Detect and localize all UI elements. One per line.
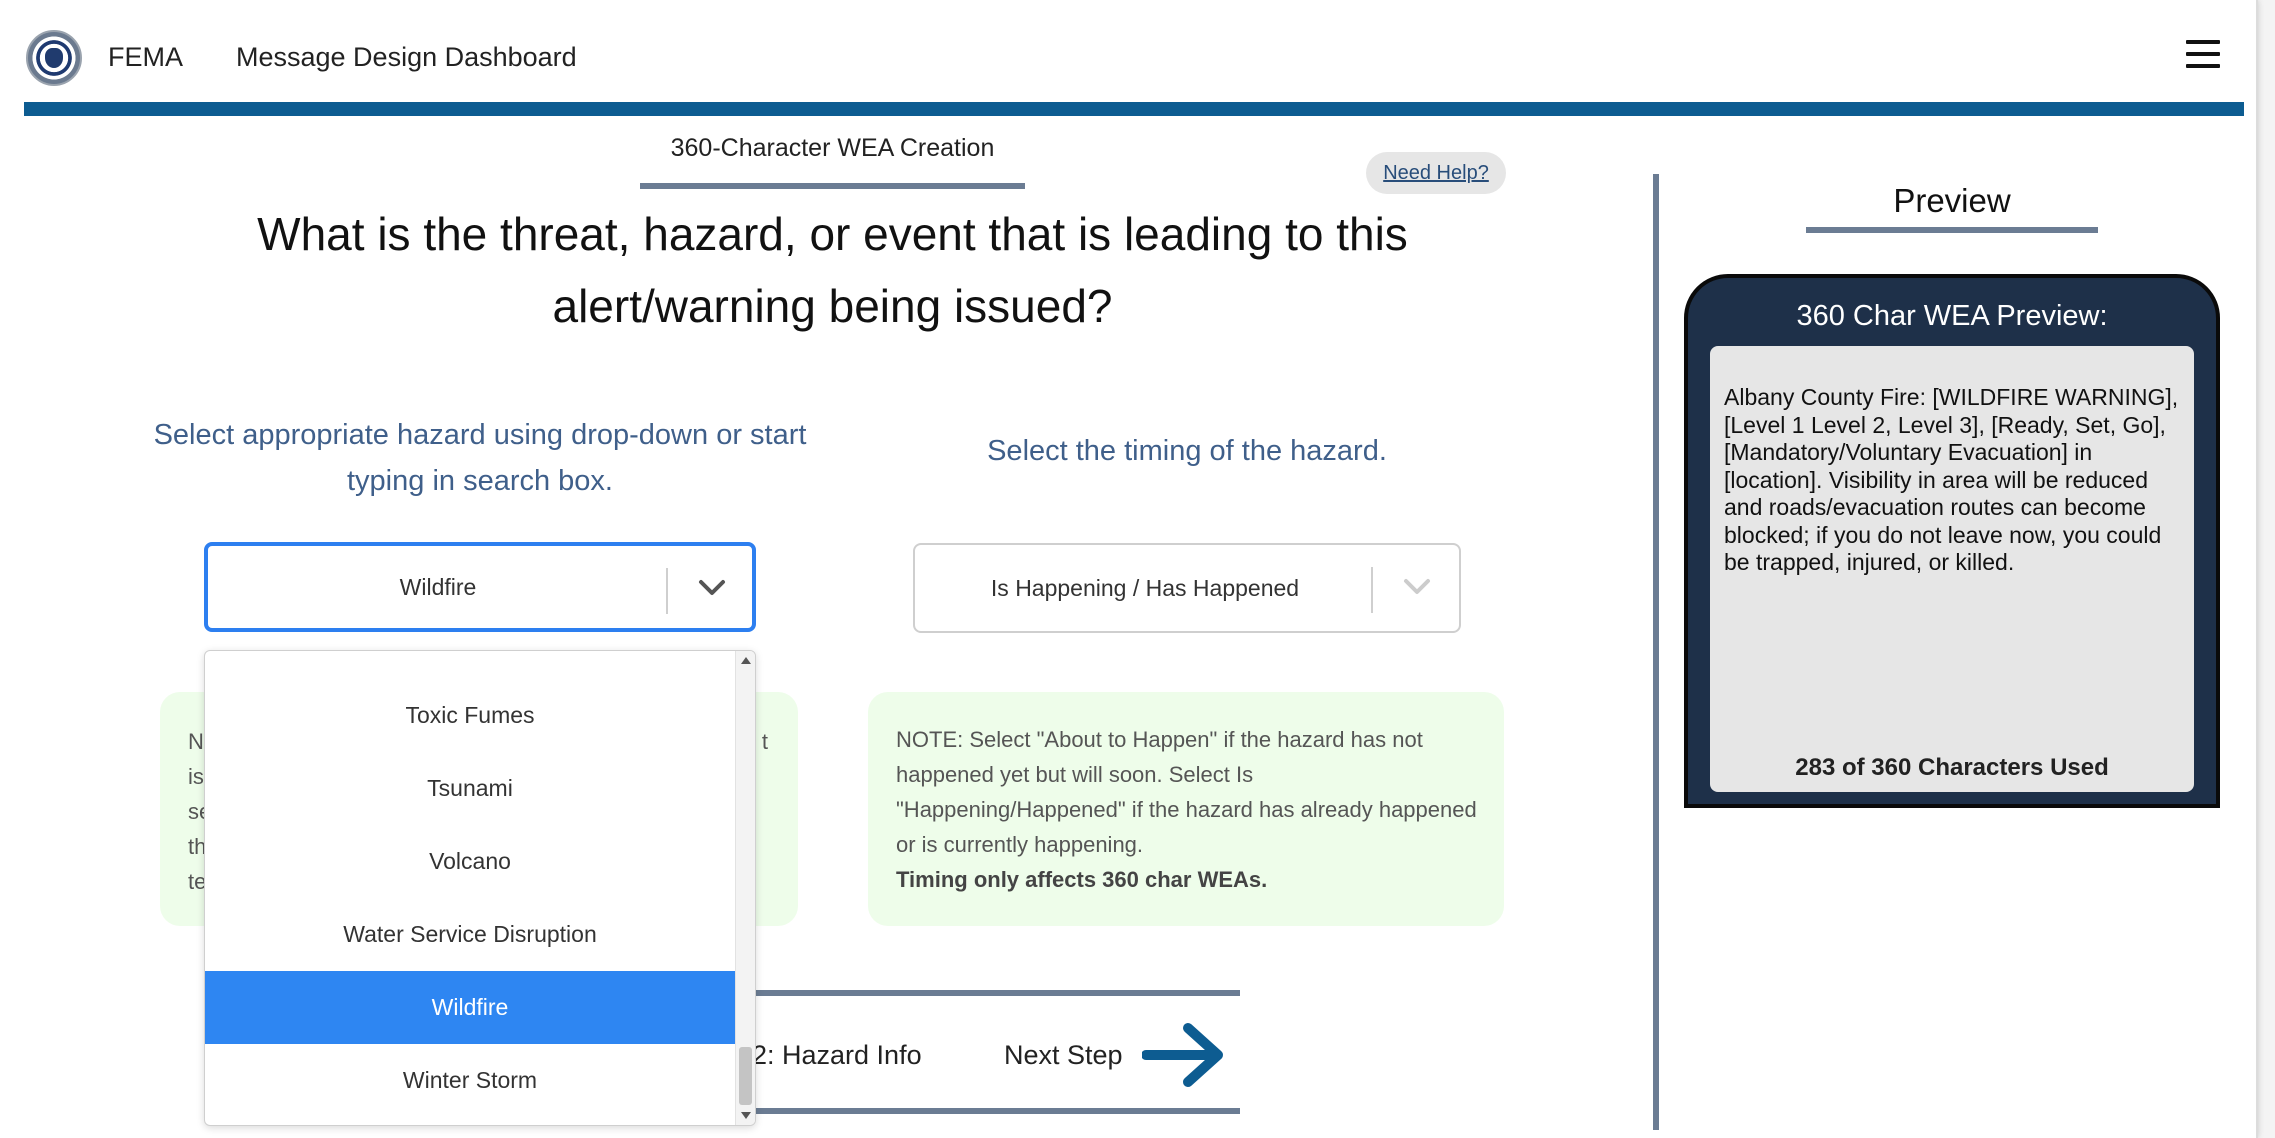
page-question: What is the threat, hazard, or event tha… (257, 208, 1408, 332)
scroll-thumb[interactable] (739, 1047, 752, 1105)
tab-underline (640, 183, 1025, 189)
tab-wea-creation[interactable]: 360-Character WEA Creation (640, 134, 1025, 163)
chevron-down-icon[interactable] (1401, 571, 1433, 603)
scroll-up-arrow-icon[interactable] (741, 657, 751, 664)
select-divider (1371, 567, 1373, 613)
app-title[interactable]: Message Design Dashboard (236, 42, 577, 73)
app-window: FEMA Message Design Dashboard 360-Charac… (0, 0, 2258, 1138)
phone-title: 360 Char WEA Preview: (1796, 300, 2108, 332)
note-fragment: N (188, 729, 204, 754)
wea-message-text: Albany County Fire: [WILDFIRE WARNING], … (1724, 384, 2179, 575)
note-fragment: t (761, 729, 768, 754)
timing-select-value[interactable]: Is Happening / Has Happened (915, 545, 1375, 631)
timing-note-text: NOTE: Select "About to Happen" if the ha… (896, 722, 1486, 897)
character-count: 283 of 360 Characters Used (1795, 754, 2109, 781)
arrow-right-icon[interactable] (1142, 1022, 1226, 1088)
brand-name[interactable]: FEMA (108, 42, 183, 73)
option-toxic-fumes[interactable]: Toxic Fumes (205, 679, 735, 752)
hazard-options-list: Toxic Fumes Tsunami Volcano Water Servic… (205, 651, 735, 1117)
hazard-dropdown-menu[interactable]: Toxic Fumes Tsunami Volcano Water Servic… (204, 650, 756, 1126)
timing-note-bold: Timing only affects 360 char WEAs. (896, 867, 1268, 892)
timing-prompt: Select the timing of the hazard. (987, 435, 1387, 467)
hazard-select[interactable]: Wildfire (204, 542, 756, 632)
option-volcano[interactable]: Volcano (205, 825, 735, 898)
preview-title: Preview (1893, 182, 2011, 219)
option-water-service-disruption[interactable]: Water Service Disruption (205, 898, 735, 971)
header-accent-bar (24, 102, 2244, 116)
next-step-label[interactable]: Next Step (1004, 1040, 1123, 1071)
option-winter-storm[interactable]: Winter Storm (205, 1044, 735, 1117)
current-step-label: 2: Hazard Info (752, 1040, 922, 1070)
hamburger-menu-icon[interactable] (2186, 40, 2220, 70)
phone-screen: Albany County Fire: [WILDFIRE WARNING], … (1710, 346, 2194, 792)
chevron-down-icon[interactable] (696, 572, 728, 604)
preview-underline (1806, 227, 2098, 233)
dropdown-scrollbar[interactable] (735, 651, 755, 1125)
hazard-prompt: Select appropriate hazard using drop-dow… (153, 419, 807, 497)
option-tsunami[interactable]: Tsunami (205, 752, 735, 825)
need-help-button[interactable]: Need Help? (1366, 152, 1506, 194)
scroll-down-arrow-icon[interactable] (741, 1112, 751, 1119)
timing-select[interactable]: Is Happening / Has Happened (913, 543, 1461, 633)
timing-note-body: NOTE: Select "About to Happen" if the ha… (896, 727, 1477, 857)
timing-note: NOTE: Select "About to Happen" if the ha… (868, 692, 1504, 926)
hazard-select-value[interactable]: Wildfire (208, 546, 668, 628)
dhs-seal-icon (26, 30, 82, 86)
next-step-button[interactable]: Next Step (1004, 1022, 1234, 1088)
top-header: FEMA Message Design Dashboard (24, 0, 2244, 102)
step-navigation: 2: Hazard Info Next Step (740, 990, 1240, 1114)
phone-preview: 360 Char WEA Preview: Albany County Fire… (1684, 274, 2220, 808)
option-wildfire[interactable]: Wildfire (205, 971, 735, 1044)
panel-divider (1653, 174, 1659, 1130)
select-divider (666, 568, 668, 614)
